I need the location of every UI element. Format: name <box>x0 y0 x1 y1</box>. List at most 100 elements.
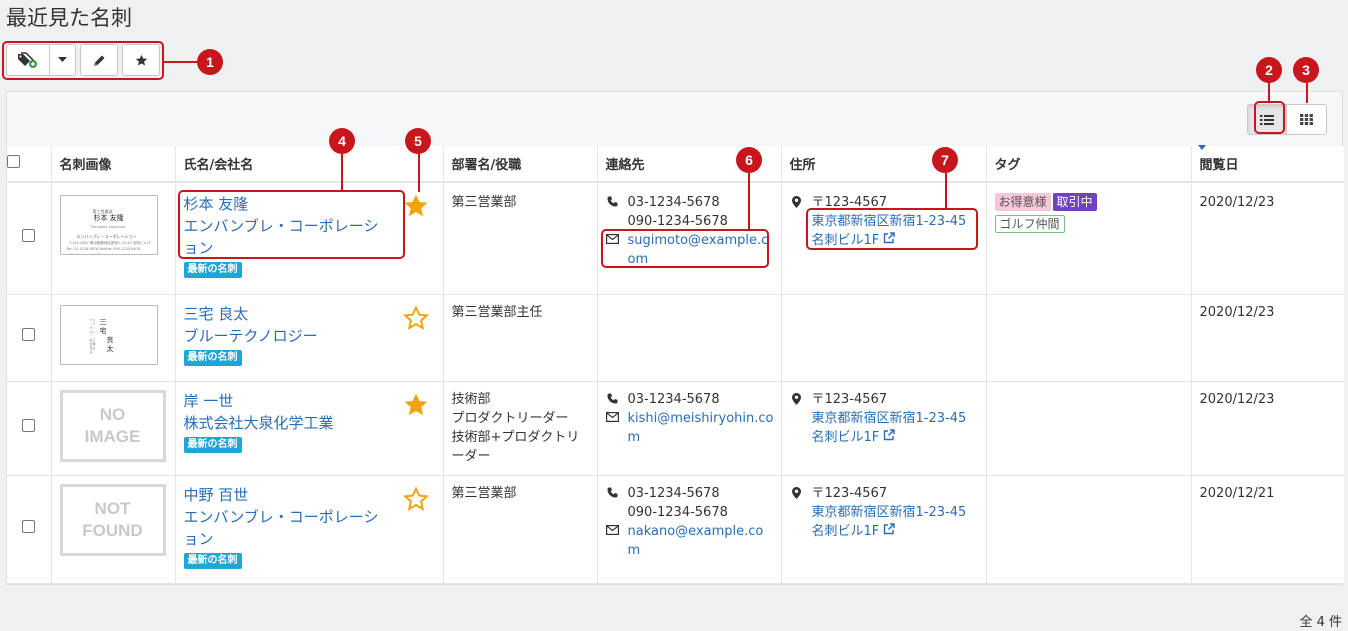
phone-number: 03-1234-5678 <box>627 195 720 210</box>
card-image-cell: NOT FOUND <box>51 475 176 584</box>
email-line1: kishi@meishiryohin.co <box>627 410 774 426</box>
business-card-thumbnail[interactable]: 第三営業部 杉本 友隆 Tomotaka Sugimoto エンバンブレ・コーポ… <box>59 195 158 255</box>
header-viewed-date[interactable]: 閲覧日 <box>1191 145 1344 183</box>
department-cell: 第三営業部 <box>443 182 598 295</box>
business-card-thumbnail[interactable]: ブルーテクノロジー 第三営業部主任 三宅 良太 <box>59 304 158 365</box>
page-title: 最近見た名刺 <box>6 6 132 30</box>
phone-icon <box>607 486 618 498</box>
email-line1: nakano@example.co <box>627 523 764 539</box>
department-title-line-cont: ーダー <box>451 448 491 464</box>
viewed-date-cell: 2020/12/21 <box>1191 475 1344 584</box>
company-name-link[interactable]: ブルーテクノロジー <box>184 325 435 347</box>
row-checkbox[interactable] <box>22 328 36 341</box>
department-line: 第三営業部 <box>451 195 517 210</box>
callout-4: 4 <box>329 128 355 154</box>
star-outline-icon[interactable] <box>402 485 429 512</box>
email-line2: m <box>627 429 641 445</box>
email-line: kishi@meishiryohin.co m <box>606 409 773 447</box>
tag-golf-buddy[interactable]: ゴルフ仲間 <box>994 215 1065 233</box>
header-department-title[interactable]: 部署名/役職 <box>443 146 598 183</box>
callout-2: 2 <box>1256 57 1282 83</box>
map-marker-icon <box>792 486 801 499</box>
external-link-icon <box>884 428 896 440</box>
company-name-link[interactable]: 株式会社大泉化学工業 <box>184 412 435 434</box>
callout-line-7 <box>945 173 947 208</box>
envelope-icon <box>606 524 619 535</box>
viewed-date-cell: 2020/12/23 <box>1191 381 1344 476</box>
map-marker-icon <box>792 196 801 208</box>
callout-line-2 <box>1268 83 1270 101</box>
header-name-company[interactable]: 氏名/会社名 <box>175 146 444 183</box>
callout-3: 3 <box>1293 57 1319 83</box>
phone-line: 03-1234-5678 090-1234-5678 <box>606 484 773 522</box>
star-outline-icon[interactable] <box>402 304 429 331</box>
sort-descending-icon <box>1197 145 1206 150</box>
department-cell: 技術部 プロダクトリーダー 技術部+プロダクトリ ーダー <box>443 381 598 476</box>
card-thumb-name-1: 三宅 <box>99 317 107 335</box>
card-image-cell: NO IMAGE <box>51 381 176 476</box>
placeholder-line2: IMAGE <box>84 426 141 446</box>
company-name-link[interactable]: エンバンブレ・コーポレーシ ョン <box>184 506 435 550</box>
email-link[interactable]: nakano@example.co m <box>628 522 764 560</box>
table-row: NOT FOUND 中野 百世 エンバンブレ・コーポレーシ ョン 最新の名刺 第三営… <box>7 475 1344 584</box>
external-link-icon <box>884 522 896 534</box>
contact-name-link[interactable]: 三宅 良太 <box>184 303 435 325</box>
header-viewed-date-label: 閲覧日 <box>1199 158 1239 173</box>
grid-view-button[interactable] <box>1287 104 1327 135</box>
header-tags: タグ <box>986 146 1192 183</box>
tag-valued-customer[interactable]: お得意様 <box>994 193 1051 211</box>
department-line: 技術部 <box>451 391 491 407</box>
latest-card-badge: 最新の名刺 <box>183 262 242 278</box>
row-checkbox[interactable] <box>22 418 36 432</box>
viewed-date-cell: 2020/12/23 <box>1191 294 1344 382</box>
select-all-checkbox[interactable] <box>7 155 20 168</box>
contact-name-link[interactable]: 岸 一世 <box>184 390 435 412</box>
not-found-placeholder: NOT FOUND <box>59 483 166 556</box>
tag-in-business[interactable]: 取引中 <box>1052 193 1097 211</box>
callout-line-5 <box>418 154 420 192</box>
callout-line-4 <box>341 154 343 190</box>
row-checkbox[interactable] <box>22 519 36 533</box>
placeholder-line1: NO <box>99 404 126 424</box>
callout-line-3 <box>1306 83 1308 103</box>
latest-card-badge: 最新の名刺 <box>183 436 242 453</box>
total-count: 全 4 件 <box>1299 615 1342 630</box>
name-company-cell: 岸 一世 株式会社大泉化学工業 最新の名刺 <box>175 381 444 476</box>
card-list-panel: 名刺画像 氏名/会社名 部署名/役職 連絡先 住所 タグ 閲覧日 第三営業部 杉… <box>6 91 1344 585</box>
address-line2: 名刺ビル1F <box>811 523 880 539</box>
callout-1: 1 <box>197 49 223 75</box>
star-filled-icon[interactable] <box>403 193 429 219</box>
address-cell: 〒123-4567 東京都新宿区新宿1-23-45 名刺ビル1F <box>781 475 987 584</box>
row-checkbox-cell <box>7 381 52 476</box>
contact-cell <box>597 294 782 382</box>
company-name-line1: エンバンブレ・コーポレーシ <box>183 507 379 526</box>
contact-name-link[interactable]: 中野 百世 <box>184 484 435 506</box>
address-line1: 東京都新宿区新宿1-23-45 <box>811 410 967 426</box>
card-image-cell: ブルーテクノロジー 第三営業部主任 三宅 良太 <box>51 294 176 382</box>
address-map-link[interactable]: 東京都新宿区新宿1-23-45 名刺ビル1F <box>812 503 967 541</box>
address-line1: 東京都新宿区新宿1-23-45 <box>811 504 967 520</box>
email-link[interactable]: kishi@meishiryohin.co m <box>628 409 774 447</box>
department-line: 第三営業部主任 <box>451 304 543 320</box>
callout-box-6 <box>601 229 769 268</box>
department-cell: 第三営業部 <box>443 475 598 584</box>
table-header-row: 名刺画像 氏名/会社名 部署名/役職 連絡先 住所 タグ 閲覧日 <box>7 145 1344 183</box>
department-cell: 第三営業部主任 <box>443 294 598 382</box>
address-cell <box>781 294 987 382</box>
address-line2: 名刺ビル1F <box>811 429 880 445</box>
card-thumb-name-2: 良太 <box>106 335 114 353</box>
address-map-link[interactable]: 東京都新宿区新宿1-23-45 名刺ビル1F <box>812 409 967 447</box>
row-checkbox[interactable] <box>22 228 36 242</box>
tags-cell <box>986 294 1192 382</box>
card-image-cell: 第三営業部 杉本 友隆 Tomotaka Sugimoto エンバンブレ・コーポ… <box>51 182 176 295</box>
department-title-line: 技術部+プロダクトリ <box>451 429 580 445</box>
callout-line-1 <box>164 61 198 63</box>
grid-icon <box>1300 114 1313 125</box>
tags-cell <box>986 475 1192 584</box>
row-checkbox-cell <box>7 475 52 584</box>
callout-box-7 <box>806 208 978 250</box>
callout-box-2 <box>1254 101 1285 134</box>
star-filled-icon[interactable] <box>403 392 429 418</box>
placeholder-line1: NOT <box>94 498 131 518</box>
address-block: 〒123-4567 東京都新宿区新宿1-23-45 名刺ビル1F <box>790 484 978 541</box>
